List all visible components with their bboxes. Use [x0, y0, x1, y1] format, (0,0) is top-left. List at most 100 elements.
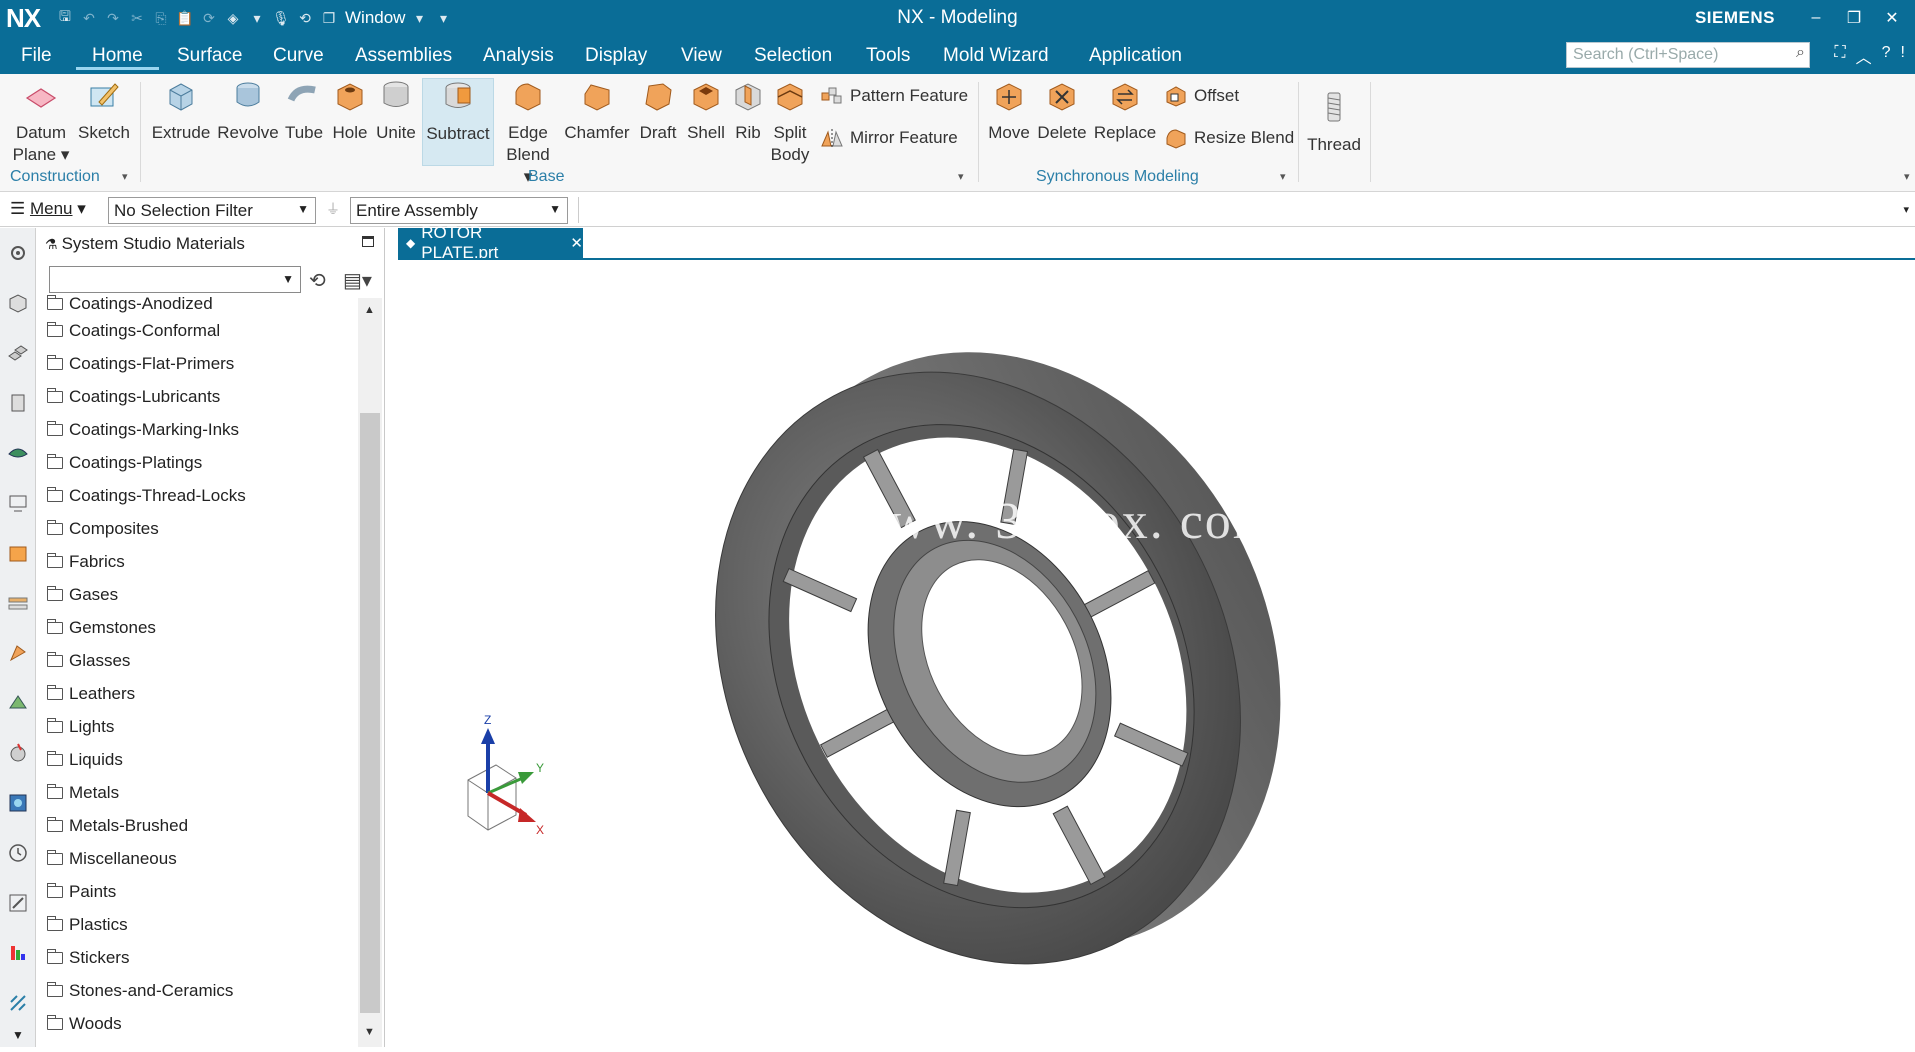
chamfer-button[interactable]: Chamfer: [562, 78, 632, 144]
command-search-input[interactable]: Search (Ctrl+Space) ⌕: [1566, 42, 1810, 68]
resize-blend-button[interactable]: Resize Blend: [1164, 126, 1294, 150]
clock-icon[interactable]: [7, 842, 29, 864]
collapse-ribbon-icon[interactable]: ︿: [1856, 44, 1872, 68]
unite-button[interactable]: Unite: [374, 78, 418, 144]
selection-filter-dropdown[interactable]: No Selection Filter ▼: [108, 197, 316, 224]
materials-list-scrollbar[interactable]: ▲ ▼: [358, 298, 382, 1047]
ribbon-options-icon[interactable]: ▾: [1904, 170, 1910, 183]
thread-button[interactable]: Thread: [1304, 90, 1364, 156]
paste-icon[interactable]: 📋: [175, 8, 195, 28]
view-options-icon[interactable]: ▤▾: [343, 268, 372, 293]
scrollbar-thumb[interactable]: [360, 413, 380, 1013]
list-item[interactable]: Miscellaneous: [47, 845, 177, 872]
list-item[interactable]: Leathers: [47, 680, 135, 707]
save-icon[interactable]: 🖫: [55, 8, 75, 28]
window-dropdown-icon[interactable]: ▾: [409, 8, 429, 28]
list-item[interactable]: Liquids: [47, 746, 123, 773]
tab-view[interactable]: View: [681, 42, 722, 70]
list-item[interactable]: Coatings-Conformal: [47, 317, 220, 344]
scroll-down-icon[interactable]: ▼: [364, 1026, 375, 1038]
tab-analysis[interactable]: Analysis: [483, 42, 554, 70]
roles-icon[interactable]: [7, 742, 29, 764]
draft-button[interactable]: Draft: [634, 78, 682, 144]
visual-reporting-icon[interactable]: [7, 942, 29, 964]
hole-button[interactable]: Hole: [330, 78, 370, 144]
datum-plane-button[interactable]: Datum Plane ▾: [10, 78, 72, 166]
part-navigator-icon[interactable]: [7, 292, 29, 314]
rail-more-icon[interactable]: ▼: [12, 1028, 24, 1042]
list-item[interactable]: Plastics: [47, 911, 128, 938]
redo-icon[interactable]: ↷: [103, 8, 123, 28]
tools-icon[interactable]: [7, 892, 29, 914]
offset-region-button[interactable]: Offset: [1164, 84, 1239, 108]
base-group-expand-icon[interactable]: ▾: [958, 170, 964, 183]
hd3d-tools-icon[interactable]: [7, 492, 29, 514]
assembly-navigator-icon[interactable]: [7, 342, 29, 364]
tab-curve[interactable]: Curve: [273, 42, 324, 70]
replace-face-button[interactable]: Replace: [1092, 78, 1158, 144]
close-tab-icon[interactable]: ✕: [570, 234, 583, 252]
list-item[interactable]: Coatings-Marking-Inks: [47, 416, 239, 443]
list-item[interactable]: Composites: [47, 515, 159, 542]
system-materials-icon[interactable]: [7, 792, 29, 814]
close-icon[interactable]: ✕: [1873, 4, 1911, 32]
list-item[interactable]: Glasses: [47, 647, 130, 674]
tab-assemblies[interactable]: Assemblies: [355, 42, 452, 70]
settings-icon[interactable]: [7, 242, 29, 264]
shell-button[interactable]: Shell: [684, 78, 728, 144]
tab-display[interactable]: Display: [585, 42, 647, 70]
mirror-feature-button[interactable]: Mirror Feature: [820, 126, 958, 150]
tab-application[interactable]: Application: [1089, 42, 1182, 70]
list-item[interactable]: Coatings-Anodized: [47, 294, 213, 317]
dropdown-icon[interactable]: ▾: [247, 8, 267, 28]
extrude-button[interactable]: Extrude: [148, 78, 214, 144]
refresh-icon[interactable]: ⟲: [309, 268, 326, 293]
construction-group-expand-icon[interactable]: ▾: [122, 170, 128, 183]
tab-mold-wizard[interactable]: Mold Wizard: [943, 42, 1049, 70]
list-item[interactable]: Metals: [47, 779, 119, 806]
scroll-up-icon[interactable]: ▲: [364, 304, 375, 316]
selection-scope-dropdown[interactable]: Entire Assembly ▼: [350, 197, 568, 224]
tab-tools[interactable]: Tools: [866, 42, 910, 70]
list-item[interactable]: Fabrics: [47, 548, 125, 575]
tab-home[interactable]: Home: [76, 42, 159, 70]
qat-customize-icon[interactable]: ▾: [433, 8, 453, 28]
move-face-button[interactable]: Move: [986, 78, 1032, 144]
window-icon[interactable]: ❐: [319, 8, 339, 28]
split-body-button[interactable]: Split Body: [768, 78, 812, 166]
microphone-icon[interactable]: 🎙: [271, 8, 291, 28]
history-icon[interactable]: [7, 592, 29, 614]
measure-icon[interactable]: [7, 992, 29, 1014]
undo-icon[interactable]: ↶: [79, 8, 99, 28]
copy-icon[interactable]: ⎘: [151, 8, 171, 28]
list-item[interactable]: Paints: [47, 878, 116, 905]
tab-file[interactable]: File: [21, 42, 52, 70]
list-item[interactable]: Metals-Brushed: [47, 812, 188, 839]
list-item[interactable]: Gemstones: [47, 614, 156, 641]
list-item[interactable]: Woods: [47, 1010, 122, 1037]
filter-icon[interactable]: ⏚: [326, 199, 340, 219]
tab-selection[interactable]: Selection: [754, 42, 832, 70]
list-item[interactable]: Stickers: [47, 944, 129, 971]
command-finder-icon[interactable]: ⟲: [295, 8, 315, 28]
list-item[interactable]: Coatings-Thread-Locks: [47, 482, 246, 509]
material-library-dropdown[interactable]: ▼: [49, 266, 301, 293]
constraint-navigator-icon[interactable]: [7, 392, 29, 414]
subtract-button[interactable]: Subtract: [422, 78, 494, 166]
reuse-library-icon[interactable]: [7, 442, 29, 464]
search-icon[interactable]: ⌕: [1796, 44, 1805, 62]
minimize-icon[interactable]: –: [1797, 4, 1835, 32]
alert-icon[interactable]: !: [1901, 44, 1905, 68]
manufacturing-wizards-icon[interactable]: [7, 692, 29, 714]
list-item[interactable]: Coatings-Platings: [47, 449, 202, 476]
process-studio-icon[interactable]: [7, 642, 29, 664]
panel-maximize-icon[interactable]: [362, 236, 374, 247]
window-menu[interactable]: Window: [345, 8, 405, 28]
list-item[interactable]: Coatings-Flat-Primers: [47, 350, 234, 377]
list-item[interactable]: Coatings-Lubricants: [47, 383, 220, 410]
document-tab[interactable]: ◆ ROTOR PLATE.prt ✕: [398, 223, 583, 262]
touch-mode-icon[interactable]: ◈: [223, 8, 243, 28]
menu-button[interactable]: ☰ Menu ▾: [10, 199, 86, 219]
revolve-button[interactable]: Revolve: [216, 78, 280, 144]
list-item[interactable]: Stones-and-Ceramics: [47, 977, 233, 1004]
